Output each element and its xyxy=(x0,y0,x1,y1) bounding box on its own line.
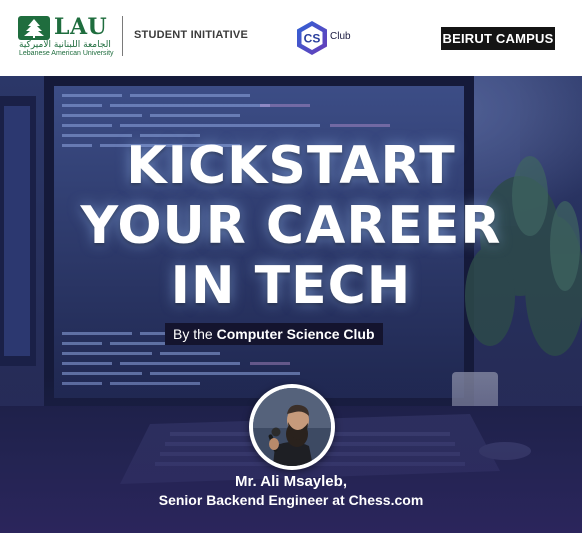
lau-logo: LAU الجامعة اللبنانية الأميركية Lebanese… xyxy=(16,14,116,58)
lau-wordmark: LAU xyxy=(54,14,108,40)
headline-line-2: YOUR CAREER xyxy=(80,196,502,256)
speaker-photo xyxy=(253,388,331,466)
headline-line-1: KICKSTART xyxy=(126,136,456,196)
cedar-tree-icon xyxy=(18,16,50,40)
cs-letters: CS xyxy=(304,32,321,46)
byline-prefix: By the xyxy=(173,326,213,342)
organizer-byline: By the Computer Science Club xyxy=(165,323,383,345)
poster-header: LAU الجامعة اللبنانية الأميركية Lebanese… xyxy=(0,0,582,76)
lau-arabic-name: الجامعة اللبنانية الأميركية xyxy=(19,40,111,50)
header-divider xyxy=(122,16,123,56)
event-poster: LAU الجامعة اللبنانية الأميركية Lebanese… xyxy=(0,0,582,533)
lau-english-name: Lebanese American University xyxy=(19,50,114,57)
speaker-title: Senior Backend Engineer at Chess.com xyxy=(158,492,424,508)
cs-club-word: Club xyxy=(330,31,351,42)
hexagon-cs-icon: CS xyxy=(297,21,327,55)
student-initiative-label: STUDENT INITIATIVE xyxy=(134,29,249,41)
byline-organization: Computer Science Club xyxy=(216,326,375,342)
speaker-name: Mr. Ali Msayleb, xyxy=(235,473,347,490)
hero-section: KICKSTART YOUR CAREER IN TECH By the Com… xyxy=(0,76,582,533)
campus-badge: BEIRUT CAMPUS xyxy=(441,27,555,50)
headline-line-3: IN TECH xyxy=(170,256,412,316)
speaker-avatar xyxy=(249,384,335,470)
cs-club-logo: CS Club xyxy=(295,20,359,56)
